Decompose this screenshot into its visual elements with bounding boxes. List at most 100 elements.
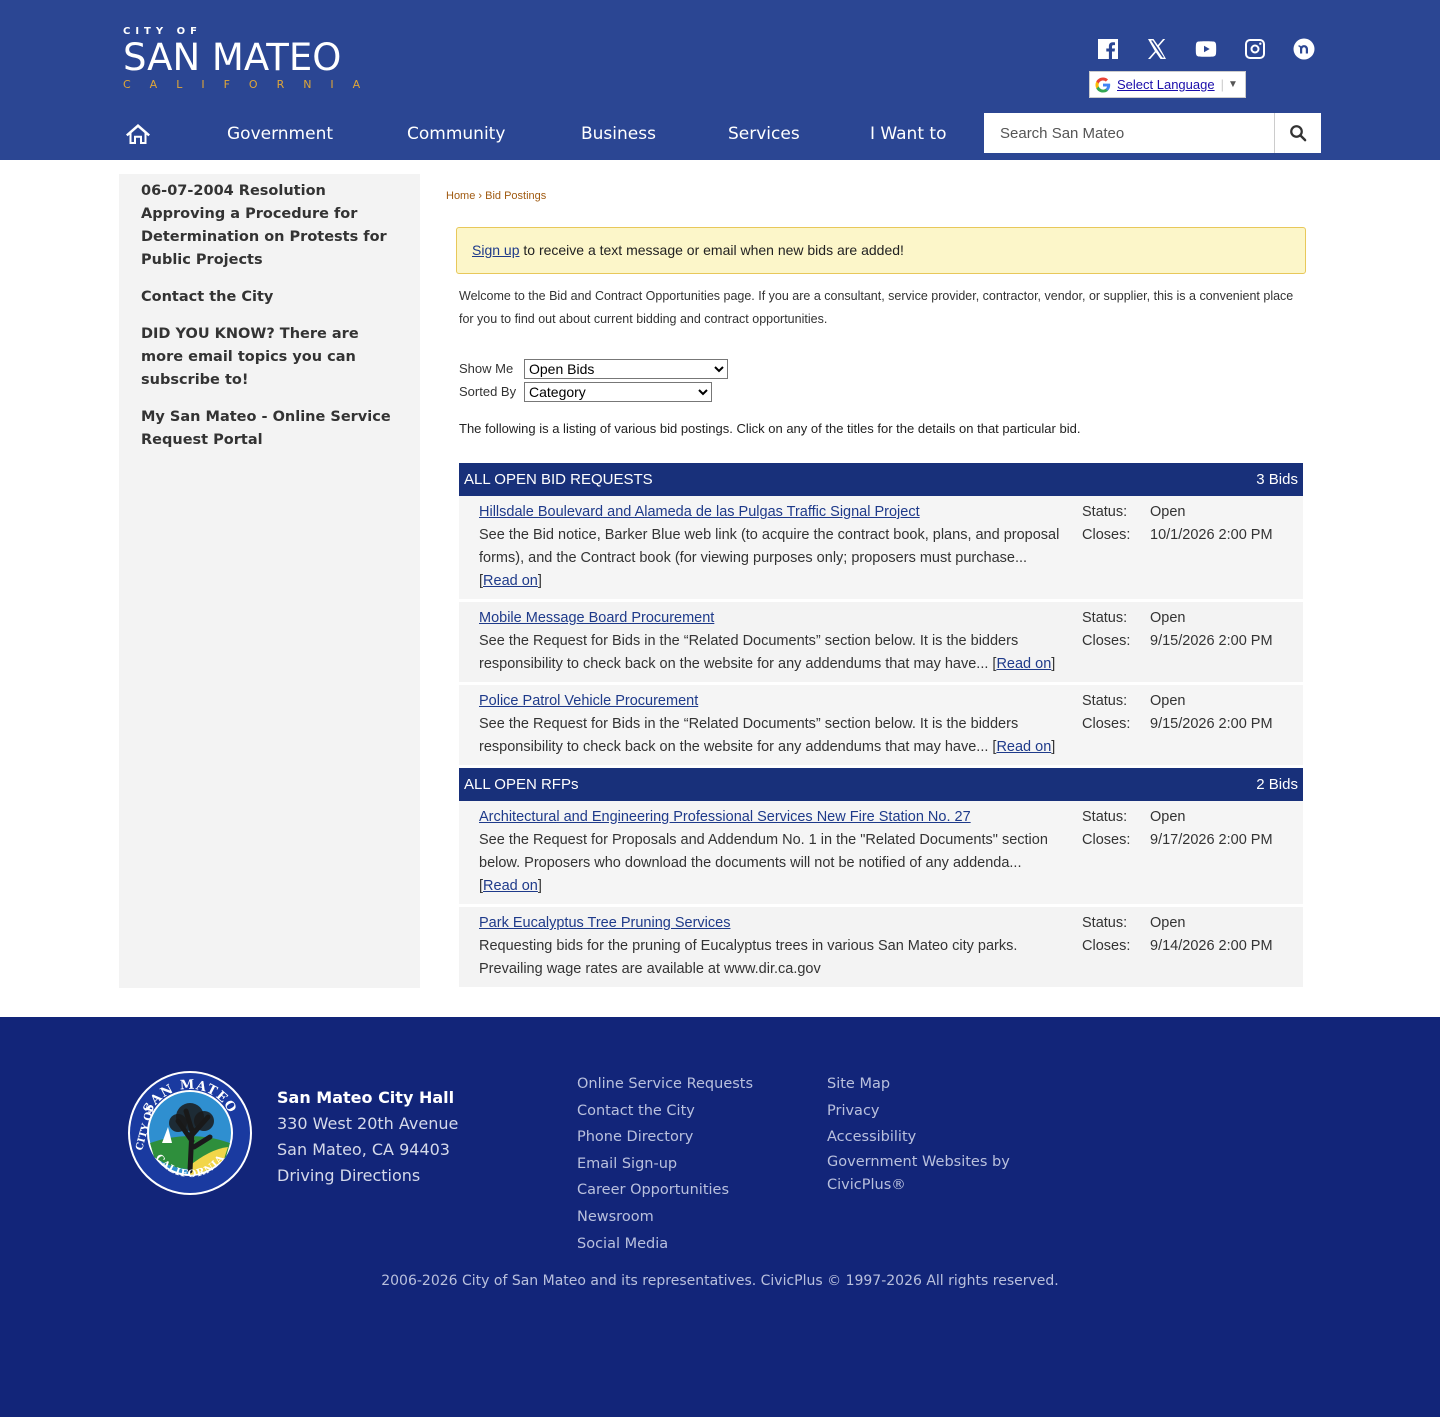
footer-link-newsroom[interactable]: Newsroom [577, 1204, 753, 1231]
address-city: San Mateo, CA 94403 [277, 1140, 450, 1159]
sorted-by-label: Sorted By [459, 384, 517, 399]
status-value: Open [1150, 693, 1186, 709]
status-label: Status: [1082, 610, 1128, 626]
main-content: Home › Bid Postings Sign up to receive a… [446, 186, 1306, 436]
breadcrumb-home[interactable]: Home [446, 190, 475, 202]
logo-san-mateo: SAN MATEO [123, 36, 342, 79]
closes-value: 9/14/2026 2:00 PM [1150, 938, 1273, 954]
status-label: Status: [1082, 915, 1128, 931]
site-logo[interactable]: CITY OF SAN MATEO CALIFORNIA [123, 26, 379, 92]
sidebar-item-contact[interactable]: Contact the City [141, 286, 400, 309]
alert-text: to receive a text message or email when … [519, 242, 904, 258]
nav-i-want-to[interactable]: I Want to [870, 123, 946, 145]
status-label: Status: [1082, 504, 1128, 520]
closes-value: 9/15/2026 2:00 PM [1150, 716, 1273, 732]
facebook-icon[interactable] [1095, 36, 1120, 61]
bid-description: Requesting bids for the pruning of Eucal… [479, 938, 1018, 977]
home-icon[interactable] [126, 123, 150, 145]
search-input[interactable] [984, 113, 1274, 153]
show-me-select[interactable]: Open Bids [524, 358, 728, 379]
signup-alert: Sign up to receive a text message or ema… [456, 227, 1306, 274]
dropdown-arrow-icon[interactable]: ▼ [1228, 79, 1238, 90]
footer-link-accessibility[interactable]: Accessibility [827, 1124, 1047, 1151]
intro-text: Welcome to the Bid and Contract Opportun… [459, 289, 1294, 326]
closes-label: Closes: [1082, 527, 1131, 543]
nav-services[interactable]: Services [728, 123, 800, 145]
nav-business[interactable]: Business [581, 123, 656, 145]
bid-row: Park Eucalyptus Tree Pruning Services Re… [459, 907, 1303, 990]
youtube-icon[interactable] [1193, 36, 1218, 61]
x-icon[interactable] [1144, 36, 1169, 61]
status-value: Open [1150, 809, 1186, 825]
category-header: ALL OPEN BID REQUESTS 3 Bids [459, 463, 1303, 496]
read-on-close: ] [537, 573, 542, 589]
footer-link-site-map[interactable]: Site Map [827, 1071, 1047, 1098]
footer-link-phone-directory[interactable]: Phone Directory [577, 1124, 753, 1151]
read-on-close: ] [1051, 739, 1056, 755]
bid-title-link[interactable]: Police Patrol Vehicle Procurement [479, 693, 698, 709]
address-name: San Mateo City Hall [277, 1088, 455, 1107]
instagram-icon[interactable] [1242, 36, 1267, 61]
footer-link-online-service-requests[interactable]: Online Service Requests [577, 1071, 753, 1098]
nav-community[interactable]: Community [407, 123, 505, 145]
site-header: CITY OF SAN MATEO CALIFORNIA Select Lang… [0, 0, 1440, 160]
category-header: ALL OPEN RFPs 2 Bids [459, 768, 1303, 801]
main-nav: Government Community Business Services I… [0, 113, 984, 155]
footer-link-email-signup[interactable]: Email Sign-up [577, 1151, 753, 1178]
closes-label: Closes: [1082, 832, 1131, 848]
read-on-close: ] [1051, 656, 1056, 672]
site-footer: SAN MATEO CALIFORNIA CITY OF San Mateo C… [0, 1017, 1440, 1417]
sign-up-link[interactable]: Sign up [472, 242, 519, 258]
social-links [1095, 36, 1316, 61]
driving-directions-link[interactable]: Driving Directions [277, 1163, 458, 1189]
bid-title-link[interactable]: Mobile Message Board Procurement [479, 610, 714, 626]
sidebar-item-my-san-mateo[interactable]: My San Mateo - Online Service Request Po… [141, 406, 400, 452]
filters: Show Me Open Bids Sorted By Category [459, 357, 728, 403]
bid-row: Hillsdale Boulevard and Alameda de las P… [459, 496, 1303, 602]
footer-link-careers[interactable]: Career Opportunities [577, 1177, 753, 1204]
footer-link-civicplus[interactable]: Government Websites by CivicPlus® [827, 1151, 1047, 1197]
read-on-close: ] [537, 878, 542, 894]
sidebar-item-did-you-know[interactable]: DID YOU KNOW? There are more email topic… [141, 323, 400, 392]
address-street: 330 West 20th Avenue [277, 1114, 459, 1133]
read-on-link[interactable]: Read on [996, 739, 1051, 755]
bid-row: Police Patrol Vehicle Procurement See th… [459, 685, 1303, 768]
bid-description: See the Bid notice, Barker Blue web link… [479, 527, 1060, 566]
footer-link-privacy[interactable]: Privacy [827, 1098, 1047, 1125]
copyright: 2006-2026 City of San Mateo and its repr… [381, 1273, 1059, 1289]
breadcrumb-current[interactable]: Bid Postings [485, 190, 546, 202]
language-selector[interactable]: Select Language | ▼ [1089, 71, 1246, 98]
bid-title-link[interactable]: Hillsdale Boulevard and Alameda de las P… [479, 504, 920, 520]
status-value: Open [1150, 504, 1186, 520]
sidebar-item-resolution[interactable]: 06-07-2004 Resolution Approving a Proced… [141, 180, 400, 272]
status-label: Status: [1082, 693, 1128, 709]
read-on-link[interactable]: Read on [483, 573, 538, 589]
bid-group: Architectural and Engineering Profession… [459, 801, 1303, 990]
closes-value: 9/17/2026 2:00 PM [1150, 832, 1273, 848]
search-button[interactable] [1274, 113, 1321, 153]
read-on-link[interactable]: Read on [996, 656, 1051, 672]
show-me-label: Show Me [459, 361, 514, 376]
bid-group: Hillsdale Boulevard and Alameda de las P… [459, 496, 1303, 768]
select-language-link[interactable]: Select Language [1117, 77, 1215, 92]
city-seal-logo[interactable]: SAN MATEO CALIFORNIA CITY OF [128, 1071, 252, 1195]
status-label: Status: [1082, 809, 1128, 825]
closes-value: 9/15/2026 2:00 PM [1150, 633, 1273, 649]
footer-link-contact[interactable]: Contact the City [577, 1098, 753, 1125]
language-separator: | [1220, 77, 1224, 92]
closes-value: 10/1/2026 2:00 PM [1150, 527, 1273, 543]
sorted-by-select[interactable]: Category [524, 381, 712, 402]
search-icon [1290, 125, 1307, 142]
bid-title-link[interactable]: Architectural and Engineering Profession… [479, 809, 971, 825]
closes-label: Closes: [1082, 938, 1131, 954]
google-icon [1095, 77, 1111, 92]
bid-title-link[interactable]: Park Eucalyptus Tree Pruning Services [479, 915, 730, 931]
nav-government[interactable]: Government [227, 123, 333, 145]
footer-link-social-media[interactable]: Social Media [577, 1231, 753, 1258]
footer-links-primary: Online Service Requests Contact the City… [577, 1071, 753, 1257]
read-on-link[interactable]: Read on [483, 878, 538, 894]
category-title: ALL OPEN BID REQUESTS [464, 471, 653, 488]
closes-label: Closes: [1082, 716, 1131, 732]
logo-california: CALIFORNIA [123, 78, 380, 91]
nextdoor-icon[interactable] [1291, 36, 1316, 61]
